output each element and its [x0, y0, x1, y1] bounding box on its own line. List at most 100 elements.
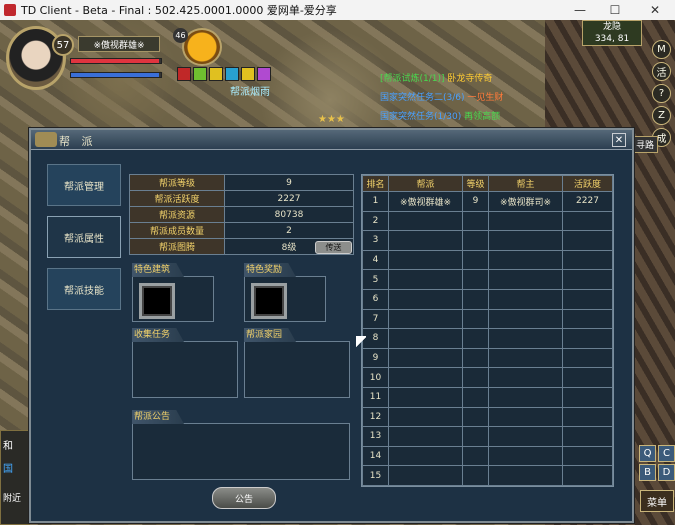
table-cell	[488, 230, 563, 251]
table-cell: 15	[362, 465, 389, 486]
map-name: 龙隐	[602, 22, 621, 32]
table-cell: 4	[362, 249, 389, 271]
table-cell	[488, 210, 563, 232]
table-row[interactable]: 8	[362, 328, 613, 349]
tab-guild-management[interactable]: 帮派管理	[47, 164, 121, 206]
table-cell	[562, 406, 613, 428]
minimap-label[interactable]: 龙隐 334, 81	[582, 20, 642, 46]
section-label: 收集任务	[132, 328, 185, 342]
buff-icon[interactable]	[177, 67, 191, 81]
chat-tab[interactable]: 附近	[1, 477, 29, 504]
guild-home-panel: 帮派家园	[244, 328, 350, 398]
maximize-button[interactable]: ☐	[600, 0, 630, 20]
info-key: 帮派图腾	[129, 238, 225, 255]
help-button[interactable]: ?	[652, 84, 671, 103]
table-cell	[562, 269, 613, 290]
buff-icon[interactable]	[257, 67, 271, 81]
dialog-header[interactable]: 帮 派 ✕	[31, 130, 632, 150]
special-reward-panel: 特色奖励	[244, 263, 326, 322]
d-button[interactable]: D	[658, 464, 675, 481]
table-row[interactable]: 6	[362, 288, 613, 310]
chat-tab[interactable]: 国	[1, 458, 29, 477]
table-cell	[462, 406, 489, 428]
announcement-button[interactable]: 公告	[212, 487, 276, 509]
close-dialog-button[interactable]: ✕	[612, 133, 626, 147]
table-cell	[488, 269, 563, 290]
table-row[interactable]: 12	[362, 406, 613, 428]
table-cell	[462, 347, 489, 369]
table-cell	[462, 230, 489, 251]
b-button[interactable]: B	[639, 464, 656, 481]
table-cell	[488, 406, 563, 428]
find-road-button[interactable]: 寻路	[632, 136, 659, 153]
item-slot[interactable]	[251, 283, 287, 319]
table-row[interactable]: 5	[362, 269, 613, 290]
minimize-button[interactable]: —	[565, 0, 595, 20]
table-cell: 3	[362, 230, 389, 251]
chat-tab[interactable]: 和	[1, 431, 29, 458]
table-cell: 1	[362, 191, 389, 212]
table-row[interactable]: 3	[362, 230, 613, 251]
left-chat-panel[interactable]: 和 国 附近	[0, 430, 30, 525]
table-row: 帮派活跃度 2227	[129, 190, 354, 207]
table-cell	[388, 426, 463, 447]
section-label: 特色建筑	[132, 263, 185, 277]
table-cell: 12	[362, 406, 389, 428]
table-cell	[388, 328, 463, 349]
table-row[interactable]: 14	[362, 445, 613, 467]
table-cell	[462, 367, 489, 388]
quest-line[interactable]: 国家突然任务(1/30) 再领高额	[380, 108, 550, 127]
close-window-button[interactable]: ✕	[640, 0, 670, 20]
table-row[interactable]: 1 ※傲视群雄※ 9 ※傲视群司※ 2227	[362, 191, 613, 212]
table-cell: 9	[362, 347, 389, 369]
window-titlebar: TD Client - Beta - Final : 502.425.0001.…	[0, 0, 675, 20]
mp-bar	[70, 72, 162, 78]
z-button[interactable]: Z	[652, 106, 671, 125]
table-cell	[388, 406, 463, 428]
col-header-level: 等级	[462, 175, 489, 192]
table-cell	[388, 230, 463, 251]
table-cell: 2227	[562, 191, 613, 212]
table-cell	[562, 308, 613, 330]
table-cell	[562, 347, 613, 369]
table-cell	[562, 328, 613, 349]
c-button[interactable]: C	[658, 445, 675, 462]
special-building-panel: 特色建筑	[132, 263, 214, 322]
table-row[interactable]: 7	[362, 308, 613, 330]
buff-icon[interactable]	[193, 67, 207, 81]
table-cell	[388, 308, 463, 330]
table-row[interactable]: 13	[362, 426, 613, 447]
tab-guild-skills[interactable]: 帮派技能	[47, 268, 121, 310]
quest-line[interactable]: 国家突然任务二(3/6) 一见生财	[380, 89, 550, 108]
table-cell	[388, 347, 463, 369]
buff-icon[interactable]	[209, 67, 223, 81]
table-row[interactable]: 2	[362, 210, 613, 232]
table-cell	[388, 465, 463, 486]
table-row[interactable]: 9	[362, 347, 613, 369]
quest-line[interactable]: [帮派试炼(1/1)] 卧龙寺传奇	[380, 70, 550, 89]
activity-button[interactable]: 活	[652, 62, 671, 81]
table-row[interactable]: 15	[362, 465, 613, 486]
table-cell	[388, 249, 463, 271]
transfer-button[interactable]: 传送	[315, 241, 352, 254]
table-cell: 5	[362, 269, 389, 290]
table-cell: 10	[362, 367, 389, 388]
tab-guild-attributes[interactable]: 帮派属性	[47, 216, 121, 258]
buff-bar	[177, 67, 271, 81]
dialog-title: 帮 派	[59, 135, 97, 148]
table-row[interactable]: 11	[362, 386, 613, 408]
table-cell	[488, 386, 563, 408]
info-key: 帮派活跃度	[129, 190, 225, 207]
main-menu-button[interactable]: 菜单	[640, 490, 674, 512]
item-slot[interactable]	[139, 283, 175, 319]
pet-portrait[interactable]	[182, 28, 222, 66]
buff-icon[interactable]	[241, 67, 255, 81]
table-cell	[488, 347, 563, 369]
table-row[interactable]: 4	[362, 249, 613, 271]
table-cell: 2	[362, 210, 389, 232]
map-button[interactable]: M	[652, 40, 671, 59]
col-header-guild: 帮派	[388, 175, 463, 192]
buff-icon[interactable]	[225, 67, 239, 81]
table-row[interactable]: 10	[362, 367, 613, 388]
q-button[interactable]: Q	[639, 445, 656, 462]
